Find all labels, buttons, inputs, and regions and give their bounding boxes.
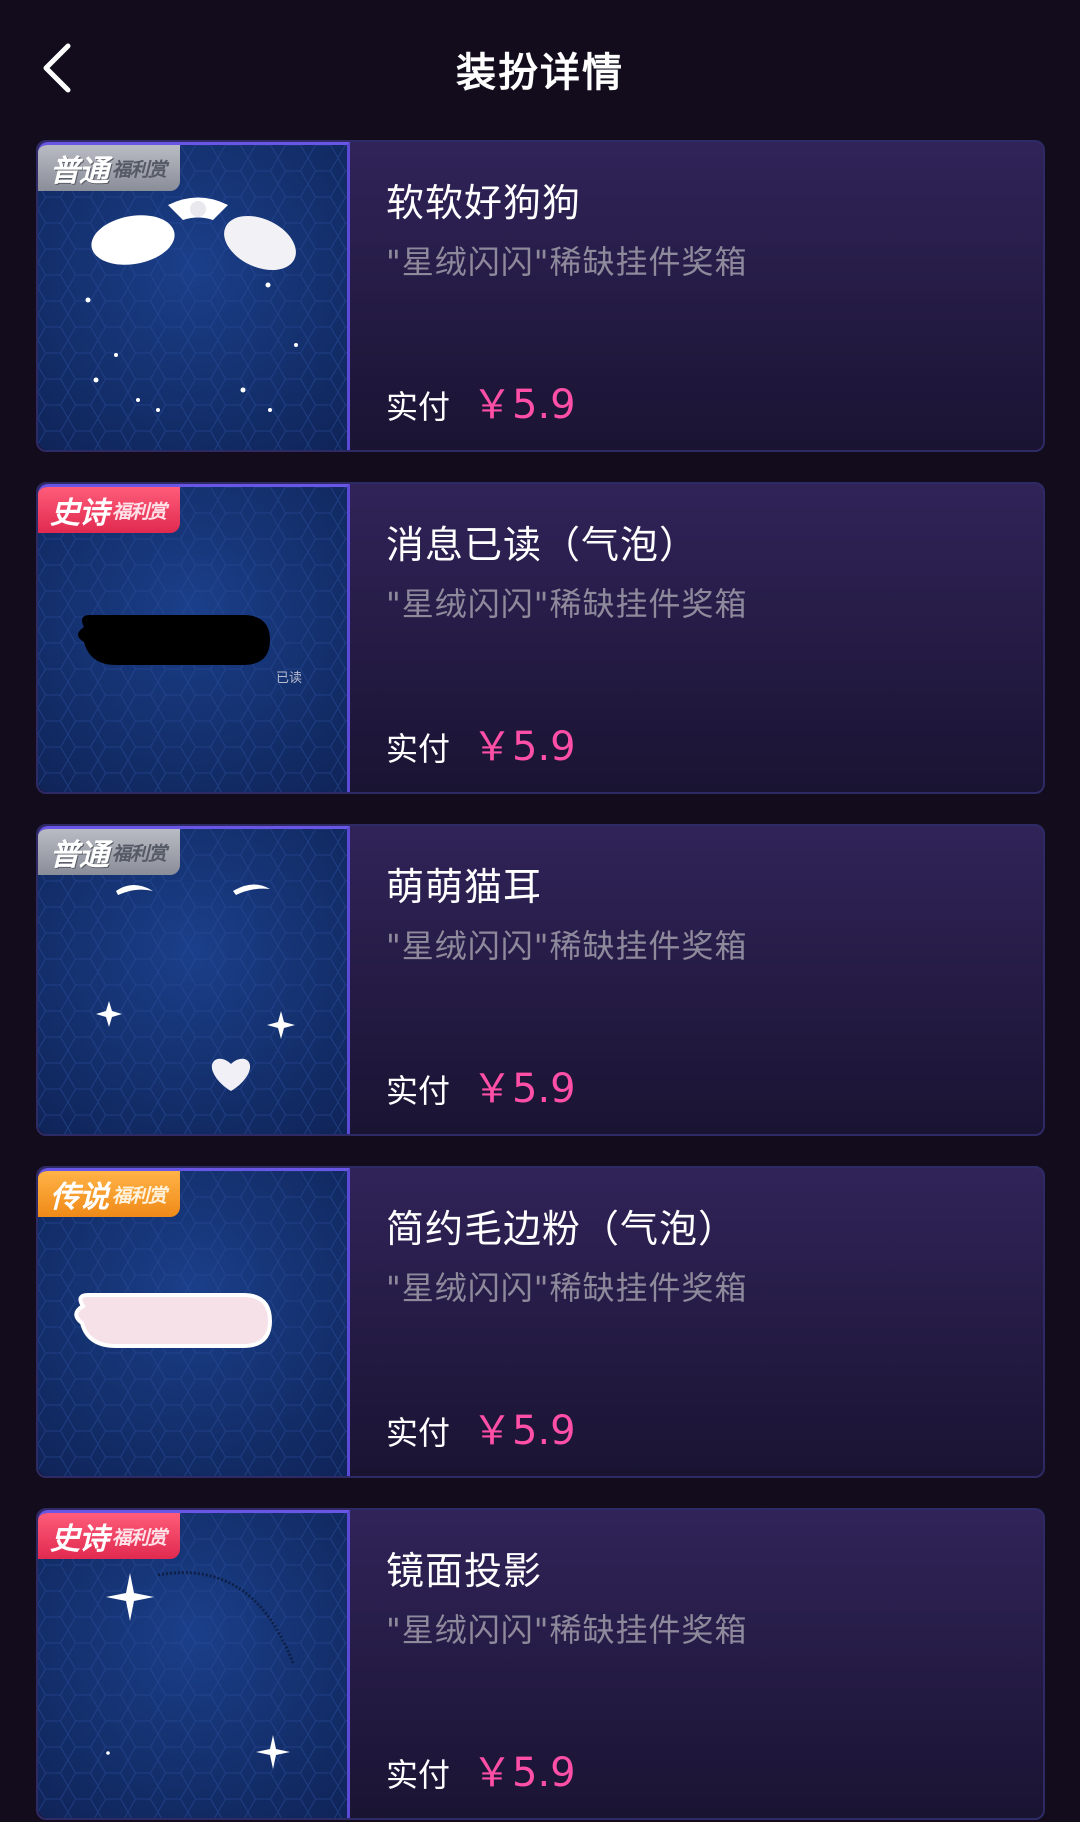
rarity-badge: 传说 福利赏 (38, 1171, 181, 1217)
item-preview: 史诗 福利赏 (38, 1510, 350, 1818)
price-row: 实付 ￥5.9 (386, 372, 576, 430)
badge-rarity-text: 传说 (50, 1180, 109, 1215)
item-info: 消息已读（气泡） "星绒闪闪"稀缺挂件奖箱 实付 ￥5.9 (386, 484, 1043, 792)
item-name: 萌萌猫耳 (386, 865, 543, 909)
item-preview: 传说 福利赏 (38, 1168, 350, 1476)
price-row: 实付 ￥5.9 (386, 1398, 576, 1456)
price-value: ￥5.9 (472, 1066, 576, 1112)
price-label: 实付 (386, 388, 451, 426)
item-source: "星绒闪闪"稀缺挂件奖箱 (386, 243, 748, 281)
price-value: ￥5.9 (472, 382, 576, 428)
item-name: 简约毛边粉（气泡） (386, 1207, 738, 1251)
price-value: ￥5.9 (472, 1408, 576, 1454)
badge-rarity-text: 普通 (50, 154, 109, 189)
badge-type-text: 福利赏 (112, 842, 167, 865)
item-info: 简约毛边粉（气泡） "星绒闪闪"稀缺挂件奖箱 实付 ￥5.9 (386, 1168, 1043, 1476)
rarity-badge: 普通 福利赏 (38, 145, 181, 191)
rarity-badge: 史诗 福利赏 (38, 1513, 181, 1559)
price-row: 实付 ￥5.9 (386, 714, 576, 772)
bubble-read-text: 已读 (276, 671, 303, 686)
badge-type-text: 福利赏 (112, 1184, 167, 1207)
badge-rarity-text: 史诗 (50, 496, 109, 531)
list-item[interactable]: 普通 福利赏 软软好狗狗 "星绒闪闪"稀缺挂件奖箱 实付 ￥5.9 (36, 140, 1045, 452)
item-info: 萌萌猫耳 "星绒闪闪"稀缺挂件奖箱 实付 ￥5.9 (386, 826, 1043, 1134)
item-preview: 普通 福利赏 (38, 826, 350, 1134)
price-row: 实付 ￥5.9 (386, 1056, 576, 1114)
item-source: "星绒闪闪"稀缺挂件奖箱 (386, 585, 748, 623)
rarity-badge: 普通 福利赏 (38, 829, 181, 875)
item-source: "星绒闪闪"稀缺挂件奖箱 (386, 927, 748, 965)
item-source: "星绒闪闪"稀缺挂件奖箱 (386, 1269, 748, 1307)
item-preview: 普通 福利赏 (38, 142, 350, 450)
price-label: 实付 (386, 1072, 451, 1110)
price-label: 实付 (386, 1414, 451, 1452)
price-label: 实付 (386, 730, 451, 768)
list-item[interactable]: 史诗 福利赏 镜面投影 "星绒闪闪"稀缺挂件奖箱 实付 ￥5.9 (36, 1508, 1045, 1820)
item-source: "星绒闪闪"稀缺挂件奖箱 (386, 1611, 748, 1649)
list-item[interactable]: 已读 史诗 福利赏 消息已读（气泡） "星绒闪闪"稀缺挂件奖箱 实付 ￥5.9 (36, 482, 1045, 794)
rarity-badge: 史诗 福利赏 (38, 487, 181, 533)
page-title: 装扮详情 (456, 50, 624, 96)
price-value: ￥5.9 (472, 1750, 576, 1796)
top-bar: 装扮详情 (0, 0, 1080, 134)
badge-type-text: 福利赏 (112, 158, 167, 181)
item-name: 软软好狗狗 (386, 181, 582, 225)
item-preview: 已读 史诗 福利赏 (38, 484, 350, 792)
item-info: 软软好狗狗 "星绒闪闪"稀缺挂件奖箱 实付 ￥5.9 (386, 142, 1043, 450)
badge-type-text: 福利赏 (112, 500, 167, 523)
list-item[interactable]: 传说 福利赏 简约毛边粉（气泡） "星绒闪闪"稀缺挂件奖箱 实付 ￥5.9 (36, 1166, 1045, 1478)
price-row: 实付 ￥5.9 (386, 1740, 576, 1798)
badge-rarity-text: 史诗 (50, 1522, 109, 1557)
badge-type-text: 福利赏 (112, 1526, 167, 1549)
badge-rarity-text: 普通 (50, 838, 109, 873)
list-item[interactable]: 普通 福利赏 萌萌猫耳 "星绒闪闪"稀缺挂件奖箱 实付 ￥5.9 (36, 824, 1045, 1136)
price-value: ￥5.9 (472, 724, 576, 770)
price-label: 实付 (386, 1756, 451, 1794)
item-info: 镜面投影 "星绒闪闪"稀缺挂件奖箱 实付 ￥5.9 (386, 1510, 1043, 1818)
item-name: 镜面投影 (386, 1549, 543, 1593)
item-name: 消息已读（气泡） (386, 523, 699, 567)
